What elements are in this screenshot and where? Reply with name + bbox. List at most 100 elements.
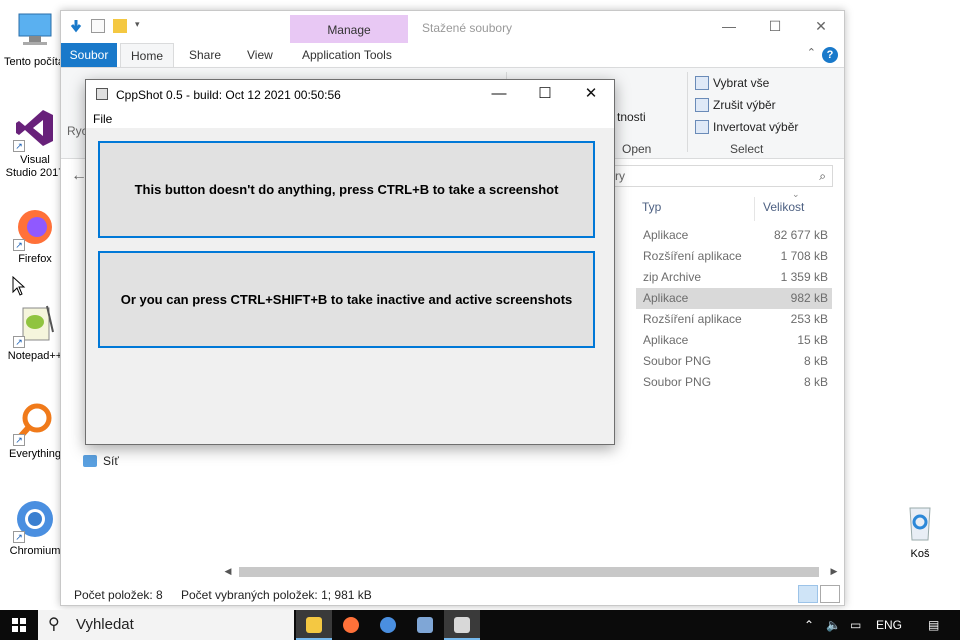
desktop-icon-label: Firefox xyxy=(18,253,52,265)
file-list: Aplikace 82 677 kB Rozšíření aplikace 1 70… xyxy=(636,225,832,393)
horizontal-scrollbar[interactable]: ◀ ▶ xyxy=(221,563,841,580)
minimize-button[interactable]: — xyxy=(706,11,752,41)
close-button[interactable]: ✕ xyxy=(798,11,844,41)
window-title: Stažené soubory xyxy=(422,21,513,35)
network-status-icon[interactable]: ▭ xyxy=(850,618,861,632)
file-type: zip Archive xyxy=(643,270,702,284)
close-button[interactable]: ✕ xyxy=(568,80,614,110)
app-icon xyxy=(96,88,108,100)
file-type: Rozšíření aplikace xyxy=(643,249,742,263)
taskbar-chromium[interactable] xyxy=(370,610,406,640)
down-arrow-icon[interactable] xyxy=(69,19,83,33)
tab-file[interactable]: Soubor xyxy=(61,43,117,67)
cppshot-titlebar[interactable]: CppShot 0.5 - build: Oct 12 2021 00:50:5… xyxy=(86,80,614,110)
file-type: Aplikace xyxy=(643,228,689,242)
taskbar-search-box[interactable]: ⚲ Vyhledat xyxy=(38,610,294,640)
tab-view[interactable]: View xyxy=(237,43,283,67)
taskbar-app[interactable] xyxy=(407,610,443,640)
invert-selection-label: Invertovat výběr xyxy=(713,120,799,134)
volume-muted-icon[interactable]: 🔈 xyxy=(826,618,841,632)
file-size: 82 677 kB xyxy=(773,228,828,242)
ribbon-tabs: Soubor Home Share View Application Tools… xyxy=(61,43,844,68)
select-none-button[interactable]: Zrušit výběr xyxy=(695,98,776,112)
column-header-type[interactable]: Typ xyxy=(642,200,661,214)
scroll-right-icon[interactable]: ▶ xyxy=(827,563,841,580)
file-size: 1 359 kB xyxy=(780,270,828,284)
language-indicator[interactable]: ENG xyxy=(876,618,902,632)
file-row[interactable]: Aplikace 15 kB xyxy=(636,330,832,351)
start-button[interactable] xyxy=(0,610,38,640)
desktop-icon-recycle-bin[interactable]: Koš xyxy=(889,500,951,561)
screenshot-info-button[interactable]: This button doesn't do anything, press C… xyxy=(98,141,595,238)
column-header-size[interactable]: Velikost xyxy=(763,200,804,214)
taskbar-cppshot[interactable] xyxy=(444,610,480,640)
selected-count: Počet vybraných položek: 1; 981 kB xyxy=(181,588,372,602)
app-icon xyxy=(417,617,433,633)
minimize-button[interactable]: — xyxy=(476,80,522,110)
folder-icon xyxy=(306,617,322,633)
explorer-titlebar[interactable]: ▾ Manage Stažené soubory — ☐ ✕ xyxy=(61,11,844,43)
file-row[interactable]: Rozšíření aplikace 1 708 kB xyxy=(636,246,832,267)
taskbar-file-explorer[interactable] xyxy=(296,610,332,640)
tab-application-tools[interactable]: Application Tools xyxy=(292,43,402,67)
nav-item-network[interactable]: Síť xyxy=(83,454,119,468)
maximize-button[interactable]: ☐ xyxy=(522,80,568,110)
status-bar: Počet položek: 8 Počet vybraných položek… xyxy=(61,583,844,605)
chromium-icon: ↗ xyxy=(13,497,57,543)
file-type: Aplikace xyxy=(643,291,689,305)
desktop-icon-label: Tento počítač xyxy=(4,56,66,68)
menu-file[interactable]: File xyxy=(93,112,112,126)
desktop-icon-label: Chromium xyxy=(9,545,61,557)
file-row[interactable]: Soubor PNG 8 kB xyxy=(636,351,832,372)
new-folder-icon[interactable] xyxy=(113,19,127,33)
network-icon xyxy=(83,455,97,467)
file-size: 8 kB xyxy=(803,354,828,368)
chevron-up-icon[interactable]: ⌃ xyxy=(804,618,814,632)
notepad-plus-plus-icon: ↗ xyxy=(13,302,57,348)
invert-selection-button[interactable]: Invertovat výběr xyxy=(695,120,798,134)
search-partial-text: ry xyxy=(615,169,625,183)
nav-item-network-label: Síť xyxy=(103,454,119,468)
quick-access-toolbar: ▾ xyxy=(69,19,149,33)
shift-screenshot-info-button[interactable]: Or you can press CTRL+SHIFT+B to take in… xyxy=(98,251,595,348)
sort-chevron-icon: ⌄ xyxy=(792,189,800,199)
file-type: Aplikace xyxy=(643,333,689,347)
chevron-down-icon[interactable]: ▾ xyxy=(135,19,149,33)
file-row[interactable]: Rozšíření aplikace 253 kB xyxy=(636,309,832,330)
tab-home[interactable]: Home xyxy=(120,43,175,68)
desktop-icon-everything[interactable]: ↗ Everything xyxy=(4,400,66,461)
file-size: 1 708 kB xyxy=(780,249,828,263)
large-icons-view-icon[interactable] xyxy=(820,585,840,603)
desktop-icon-visual-studio[interactable]: ↗ Visual Studio 2017 xyxy=(4,106,66,180)
help-icon[interactable]: ? xyxy=(822,47,838,63)
scroll-left-icon[interactable]: ◀ xyxy=(221,563,235,580)
file-size: 982 kB xyxy=(790,291,828,305)
select-all-button[interactable]: Vybrat vše xyxy=(695,76,769,90)
collapse-ribbon-icon[interactable]: ⌃ xyxy=(807,46,816,59)
file-row[interactable]: Soubor PNG 8 kB xyxy=(636,372,832,393)
desktop-icon-this-pc[interactable]: Tento počítač xyxy=(4,8,66,69)
desktop-icon-firefox[interactable]: ↗ Firefox xyxy=(4,205,66,266)
file-size: 8 kB xyxy=(803,375,828,389)
chromium-icon xyxy=(380,617,396,633)
scrollbar-thumb[interactable] xyxy=(239,567,819,577)
properties-partial-label[interactable]: tnosti xyxy=(617,110,646,124)
taskbar-firefox[interactable] xyxy=(333,610,369,640)
tab-share[interactable]: Share xyxy=(179,43,231,67)
details-view-icon[interactable] xyxy=(798,585,818,603)
desktop-icon-notepadpp[interactable]: ↗ Notepad++ xyxy=(4,302,66,363)
properties-icon[interactable] xyxy=(91,19,105,33)
notifications-icon[interactable]: ▤ xyxy=(928,618,939,632)
maximize-button[interactable]: ☐ xyxy=(752,11,798,41)
file-row[interactable]: zip Archive 1 359 kB xyxy=(636,267,832,288)
taskbar-search-placeholder: Vyhledat xyxy=(76,616,134,633)
search-input[interactable]: ry ⌕ xyxy=(606,165,833,187)
file-row-selected[interactable]: Aplikace 982 kB xyxy=(636,288,832,309)
desktop-icon-chromium[interactable]: ↗ Chromium xyxy=(4,497,66,558)
file-row[interactable]: Aplikace 82 677 kB xyxy=(636,225,832,246)
file-type: Soubor PNG xyxy=(643,354,712,368)
cppshot-icon xyxy=(454,617,470,633)
computer-icon xyxy=(13,8,57,52)
select-none-icon xyxy=(695,98,709,112)
cppshot-window[interactable]: CppShot 0.5 - build: Oct 12 2021 00:50:5… xyxy=(85,79,615,445)
